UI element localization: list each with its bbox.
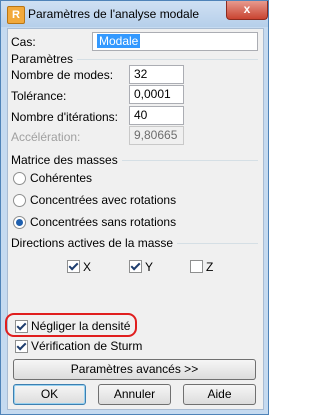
dialog-body: Cas: Modale Paramètres Nombre de modes: …: [7, 28, 264, 410]
radio-concentrees-avec-rotations-label[interactable]: Concentrées avec rotations: [30, 193, 176, 207]
acceleration-input: 9,80665: [129, 126, 184, 145]
direction-z-label[interactable]: Z: [206, 260, 213, 274]
acceleration-label: Accélération:: [11, 130, 81, 144]
verif-sturm-checkbox[interactable]: [15, 340, 28, 353]
direction-x-label[interactable]: X: [83, 260, 91, 274]
radio-concentrees-avec-rotations[interactable]: [13, 194, 26, 207]
matrice-title: Matrice des masses: [11, 153, 122, 167]
ok-button[interactable]: OK: [13, 384, 86, 405]
direction-y-checkbox[interactable]: [129, 260, 142, 273]
radio-coherentes[interactable]: [13, 172, 26, 185]
red-highlight-annotation: [5, 313, 137, 337]
parametres-title: Paramètres: [11, 52, 78, 66]
app-icon: R: [7, 6, 25, 24]
directions-group: Directions actives de la masse: [11, 236, 258, 250]
radio-concentrees-sans-rotations-label[interactable]: Concentrées sans rotations: [30, 215, 176, 229]
tolerance-input[interactable]: 0,0001: [129, 85, 184, 104]
close-button[interactable]: x: [226, 1, 268, 20]
help-button[interactable]: Aide: [183, 384, 256, 405]
radio-coherentes-label[interactable]: Cohérentes: [30, 171, 92, 185]
nb-iterations-input[interactable]: 40: [129, 106, 184, 125]
cas-field[interactable]: Modale: [92, 32, 258, 51]
cancel-button[interactable]: Annuler: [98, 384, 171, 405]
radio-concentrees-sans-rotations[interactable]: [13, 216, 26, 229]
parametres-group: Paramètres: [11, 52, 258, 66]
tolerance-label: Tolérance:: [11, 89, 67, 103]
dialog-window: R Paramètres de l'analyse modale x Cas: …: [0, 0, 269, 415]
matrice-group: Matrice des masses: [11, 153, 258, 167]
directions-title: Directions actives de la masse: [11, 236, 178, 250]
cas-label: Cas:: [11, 35, 36, 49]
direction-z-checkbox[interactable]: [190, 260, 203, 273]
window-title: Paramètres de l'analyse modale: [28, 7, 200, 21]
direction-x-checkbox[interactable]: [67, 260, 80, 273]
title-bar[interactable]: R Paramètres de l'analyse modale x: [1, 1, 268, 27]
nb-iterations-label: Nombre d'itérations:: [11, 110, 119, 124]
verif-sturm-label[interactable]: Vérification de Sturm: [31, 339, 142, 353]
advanced-parameters-button[interactable]: Paramètres avancés >>: [13, 359, 256, 380]
nb-modes-label: Nombre de modes:: [11, 68, 114, 82]
nb-modes-input[interactable]: 32: [129, 65, 184, 84]
direction-y-label[interactable]: Y: [145, 260, 153, 274]
cas-value: Modale: [97, 34, 141, 48]
